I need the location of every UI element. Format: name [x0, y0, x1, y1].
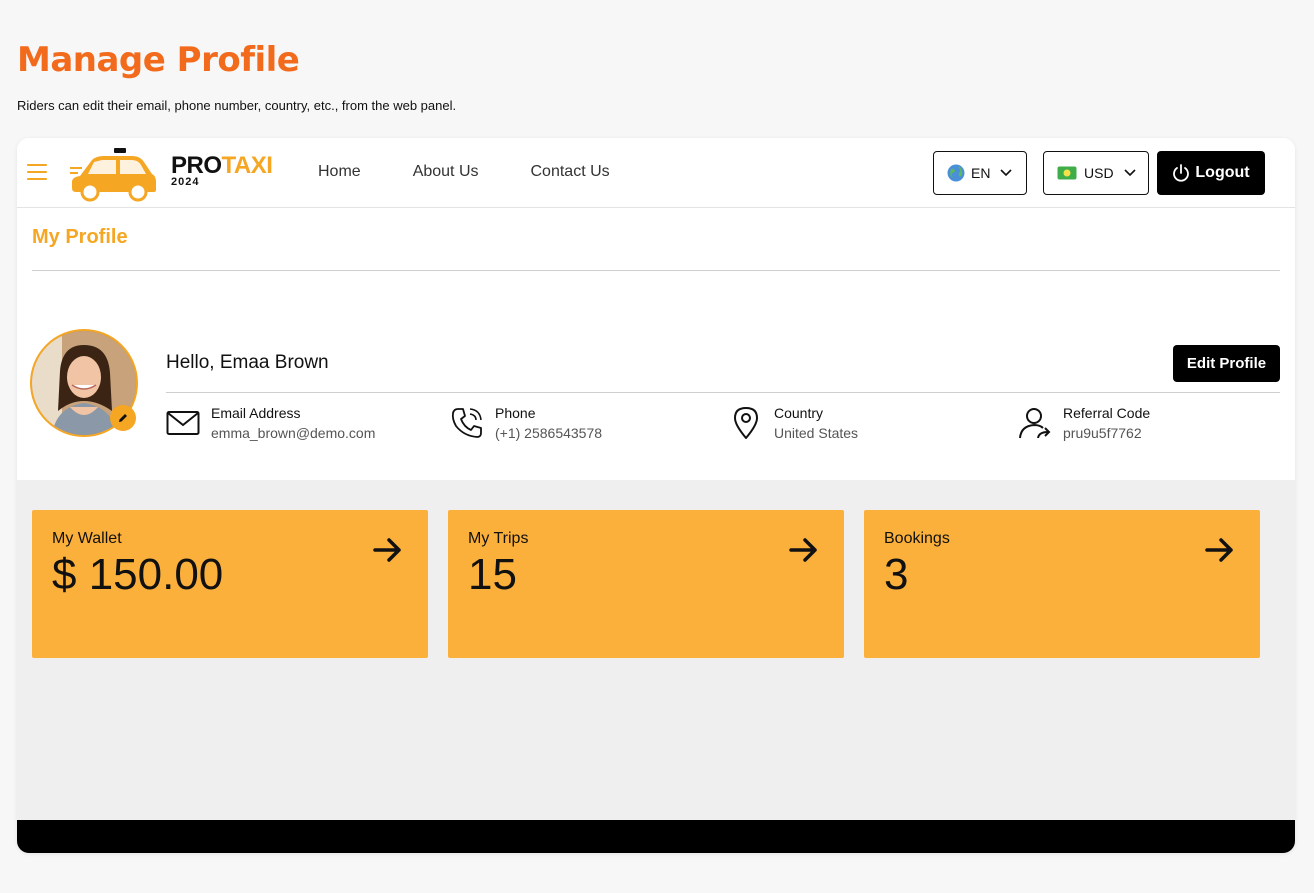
page-subtitle: Riders can edit their email, phone numbe… [17, 98, 457, 113]
referral-label: Referral Code [1063, 405, 1151, 421]
country-value: United States [774, 425, 859, 441]
nav-contact-us[interactable]: Contact Us [531, 163, 610, 181]
brand-pro: PRO [171, 152, 222, 179]
location-pin-icon [734, 407, 758, 439]
language-select[interactable]: EN [933, 151, 1027, 195]
section-title: My Profile [32, 226, 128, 248]
chevron-down-icon [1000, 169, 1013, 177]
logout-button[interactable]: Logout [1157, 151, 1265, 195]
phone-icon [451, 408, 482, 438]
nav-links: Home About Us Contact Us [318, 163, 610, 181]
wallet-value: $ 150.00 [52, 550, 224, 599]
page-title: Manage Profile [17, 40, 300, 80]
hamburger-icon[interactable] [27, 164, 47, 182]
currency-select[interactable]: USD [1043, 151, 1149, 195]
nav-about-us[interactable]: About Us [413, 163, 479, 181]
greeting: Hello, Emaa Brown [166, 352, 329, 373]
country-label: Country [774, 405, 824, 421]
logout-label: Logout [1195, 164, 1250, 181]
referral-info: Referral Code pru9u5f7762 [1018, 404, 1150, 444]
phone-label: Phone [495, 405, 536, 421]
wallet-card[interactable]: My Wallet $ 150.00 [32, 510, 428, 658]
arrow-right-icon [789, 538, 817, 562]
footer [17, 820, 1295, 853]
envelope-icon [166, 411, 200, 435]
avatar-wrapper [30, 329, 138, 437]
arrow-right-icon [373, 538, 401, 562]
country-info: Country United States [729, 404, 858, 444]
edit-avatar-pencil-icon[interactable] [110, 405, 136, 431]
cash-icon [1057, 166, 1077, 180]
power-icon [1173, 164, 1190, 182]
divider [166, 392, 1280, 393]
wallet-label: My Wallet [52, 530, 122, 547]
language-value: EN [971, 165, 991, 181]
globe-icon [947, 164, 965, 182]
navbar: PROTAXI 2024 Home About Us Contact Us EN… [17, 138, 1295, 208]
trips-value: 15 [468, 550, 517, 599]
app-frame: PROTAXI 2024 Home About Us Contact Us EN… [17, 138, 1295, 853]
dashboard-cards-area: My Wallet $ 150.00 My Trips 15 Bookings … [17, 480, 1295, 820]
referral-value: pru9u5f7762 [1063, 425, 1142, 441]
bookings-card[interactable]: Bookings 3 [864, 510, 1260, 658]
taxi-car-logo-icon [70, 148, 156, 202]
email-info: Email Address emma_brown@demo.com [166, 404, 375, 444]
trips-label: My Trips [468, 530, 529, 547]
brand-taxi: TAXI [221, 152, 273, 179]
divider [32, 270, 1280, 271]
nav-home[interactable]: Home [318, 163, 361, 181]
trips-card[interactable]: My Trips 15 [448, 510, 844, 658]
arrow-right-icon [1205, 538, 1233, 562]
currency-value: USD [1084, 165, 1114, 181]
phone-info: Phone (+1) 2586543578 [450, 404, 602, 444]
email-value: emma_brown@demo.com [211, 425, 376, 441]
email-label: Email Address [211, 405, 301, 421]
bookings-value: 3 [884, 550, 909, 599]
chevron-down-icon [1123, 169, 1136, 177]
brand-logo[interactable]: PROTAXI 2024 [171, 152, 273, 189]
user-share-icon [1019, 408, 1051, 439]
edit-profile-button[interactable]: Edit Profile [1173, 345, 1280, 382]
phone-value: (+1) 2586543578 [495, 425, 603, 441]
bookings-label: Bookings [884, 530, 950, 547]
